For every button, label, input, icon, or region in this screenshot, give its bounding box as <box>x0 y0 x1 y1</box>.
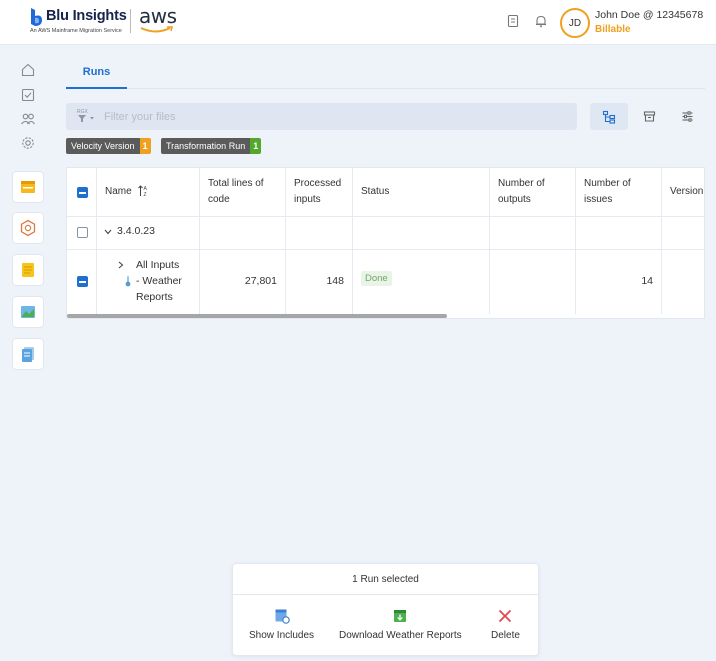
blu-insights-mark-icon <box>31 8 42 26</box>
column-header-status[interactable]: Status <box>361 184 389 200</box>
logo-divider <box>130 9 131 33</box>
archive-icon <box>643 111 655 122</box>
column-header-issues-line2[interactable]: issues <box>584 192 612 208</box>
regex-filter-icon[interactable]: RGX <box>76 108 98 124</box>
column-divider <box>489 168 490 314</box>
chevron-right-icon[interactable] <box>118 261 124 269</box>
filter-input[interactable] <box>104 103 564 130</box>
selection-count: 1 Run selected <box>233 564 538 595</box>
home-icon[interactable] <box>20 62 36 78</box>
column-header-outputs-line2[interactable]: outputs <box>498 192 531 208</box>
aws-smile-icon <box>140 26 174 33</box>
tab-runs[interactable]: Runs <box>66 64 127 89</box>
column-divider <box>352 168 353 314</box>
badge-label: Velocity Version <box>66 138 140 154</box>
velocity-version-badge[interactable]: Velocity Version 1 <box>66 138 151 154</box>
active-tab-indicator <box>66 87 127 89</box>
notes-module-tile[interactable] <box>12 254 44 286</box>
column-divider <box>96 168 97 314</box>
column-divider <box>285 168 286 314</box>
column-header-processed-line2[interactable]: inputs <box>294 192 321 208</box>
download-weather-reports-button[interactable]: Download Weather Reports <box>339 608 462 641</box>
column-settings-button[interactable] <box>674 103 700 130</box>
row-checkbox-selected[interactable] <box>77 276 88 287</box>
user-billing-status: Billable <box>595 24 631 35</box>
badge-label: Transformation Run <box>161 138 251 154</box>
column-header-total-lines-line2[interactable]: code <box>208 192 230 208</box>
transformation-center-icon <box>20 219 36 237</box>
archive-button[interactable] <box>636 103 662 130</box>
run-name-line2[interactable]: - Weather <box>136 275 182 287</box>
dashboard-module-tile[interactable] <box>12 296 44 328</box>
thermometer-icon <box>125 276 131 287</box>
column-divider <box>199 168 200 314</box>
download-icon <box>394 610 407 622</box>
users-icon[interactable] <box>20 111 36 127</box>
svg-text:Z: Z <box>144 192 147 197</box>
checklist-icon[interactable] <box>20 87 36 103</box>
documents-module-tile[interactable] <box>12 338 44 370</box>
version-group-name[interactable]: 3.4.0.23 <box>117 225 155 237</box>
show-includes-icon <box>275 609 290 624</box>
runs-table: Name A Z Total lines of code Processed i… <box>66 167 705 319</box>
brand-subtitle: An AWS Mainframe Migration Service <box>30 28 122 34</box>
brand-title: Blu Insights <box>46 8 127 24</box>
badge-count: 1 <box>250 138 262 154</box>
delete-button[interactable]: Delete <box>491 608 520 641</box>
issues-value: 14 <box>641 275 653 287</box>
user-name[interactable]: John Doe @ 12345678 <box>595 9 703 21</box>
processed-inputs-value: 148 <box>326 275 344 287</box>
row-checkbox[interactable] <box>77 227 88 238</box>
tree-view-button[interactable] <box>590 103 628 130</box>
book-icon[interactable] <box>506 14 520 28</box>
user-initials: JD <box>568 17 582 29</box>
selection-action-bar: 1 Run selected Show Includes Download We… <box>232 563 539 656</box>
notes-module-icon <box>22 263 34 277</box>
documents-module-icon <box>22 347 34 362</box>
select-all-checkbox[interactable] <box>77 187 88 198</box>
dashboard-module-icon <box>21 306 35 318</box>
transformation-run-badge[interactable]: Transformation Run 1 <box>161 138 262 154</box>
chevron-down-icon[interactable] <box>104 229 112 235</box>
column-header-processed-line1[interactable]: Processed <box>294 176 341 192</box>
codebase-module-icon <box>21 181 35 193</box>
horizontal-scrollbar[interactable] <box>67 314 447 318</box>
show-includes-button[interactable]: Show Includes <box>249 608 314 641</box>
status-badge: Done <box>361 271 392 286</box>
sort-az-icon[interactable]: A Z <box>138 185 149 197</box>
tree-view-icon <box>602 110 616 124</box>
transformation-center-tile[interactable] <box>12 212 44 244</box>
column-divider <box>661 168 662 314</box>
column-header-outputs-line1[interactable]: Number of <box>498 176 545 192</box>
user-avatar[interactable]: JD <box>560 8 590 38</box>
tabs-divider <box>127 88 705 89</box>
run-name-line3[interactable]: Reports <box>136 291 173 303</box>
total-lines-value: 27,801 <box>244 275 277 287</box>
bell-icon[interactable] <box>534 14 548 28</box>
row-divider <box>67 216 704 217</box>
action-label: Download Weather Reports <box>339 630 462 641</box>
svg-text:RGX: RGX <box>77 109 89 115</box>
column-header-issues-line1[interactable]: Number of <box>584 176 631 192</box>
action-label: Delete <box>491 630 520 641</box>
filter-bar: RGX <box>66 103 577 130</box>
aws-logo: aws <box>139 4 177 28</box>
codebase-module-tile[interactable] <box>12 171 44 203</box>
column-header-version[interactable]: Version <box>670 184 703 200</box>
column-header-total-lines-line1[interactable]: Total lines of <box>208 176 264 192</box>
badge-count: 1 <box>139 138 151 154</box>
column-header-name[interactable]: Name <box>105 184 132 200</box>
column-divider <box>575 168 576 314</box>
run-name-line1[interactable]: All Inputs <box>136 259 179 271</box>
row-divider <box>67 249 704 250</box>
gear-icon[interactable] <box>20 135 36 151</box>
top-header: Blu Insights An AWS Mainframe Migration … <box>0 0 716 45</box>
action-label: Show Includes <box>249 630 315 641</box>
settings-sliders-icon <box>682 111 692 122</box>
delete-x-icon <box>499 609 512 623</box>
